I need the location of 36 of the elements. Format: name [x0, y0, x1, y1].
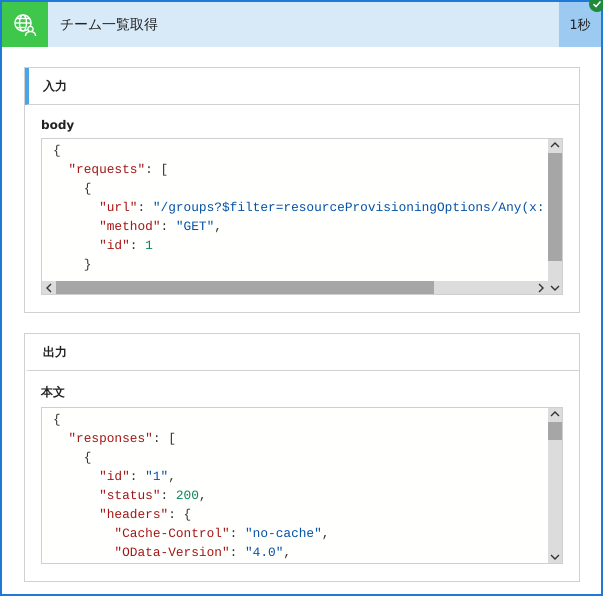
- code-line: "status": 200,: [98, 487, 207, 505]
- code-line: "url": "/groups?$filter=resourceProvisioningOptions/Any(x:: [98, 199, 544, 217]
- code-line: }: [82, 256, 92, 274]
- code-line: "id": "1",: [98, 468, 176, 486]
- scroll-up-icon[interactable]: [550, 141, 560, 149]
- scrollbar-thumb[interactable]: [56, 281, 434, 294]
- code-line: "OData-Version": "4.0",: [113, 544, 292, 562]
- vertical-scrollbar[interactable]: [548, 408, 562, 563]
- section-heading: 入力: [43, 78, 67, 94]
- horizontal-scrollbar[interactable]: [42, 281, 548, 294]
- scrollbar-thumb[interactable]: [548, 153, 562, 261]
- code-line: "id": 1: [98, 237, 153, 255]
- scroll-right-icon[interactable]: [537, 282, 545, 292]
- action-title: チーム一覧取得: [59, 16, 159, 34]
- code-line: {: [82, 180, 92, 198]
- section-heading: 出力: [43, 344, 67, 360]
- code-line: "headers": {: [98, 506, 192, 524]
- vertical-scrollbar[interactable]: [548, 139, 562, 294]
- duration-label: 1秒: [559, 2, 601, 47]
- field-label: body: [41, 118, 76, 132]
- code-line: "responses": [: [67, 430, 176, 448]
- scroll-down-icon[interactable]: [550, 553, 560, 561]
- code-line: "requests": [: [67, 161, 168, 179]
- code-line: {: [53, 411, 61, 429]
- code-line: "method": "GET",: [98, 218, 222, 236]
- code-viewer[interactable]: { "requests": [ { "url": "/groups?$filter=resourceProvisioningOptions/Any(x: "method": "GET", "id": 1 }: [41, 138, 563, 295]
- code-line: {: [82, 449, 92, 467]
- scroll-up-icon[interactable]: [550, 410, 560, 418]
- scroll-left-icon[interactable]: [45, 282, 53, 292]
- globe-user-icon: [13, 12, 37, 36]
- scrollbar-thumb[interactable]: [548, 422, 562, 440]
- scroll-down-icon[interactable]: [550, 284, 560, 292]
- code-viewer[interactable]: { "responses": [ { "id": "1", "status": 200, "headers": { "Cache-Control": "no-cache", "OData-Version": "4.0",: [41, 407, 563, 564]
- code-line: "Cache-Control": "no-cache",: [113, 525, 330, 543]
- code-line: {: [53, 142, 61, 160]
- field-label: 本文: [41, 384, 66, 401]
